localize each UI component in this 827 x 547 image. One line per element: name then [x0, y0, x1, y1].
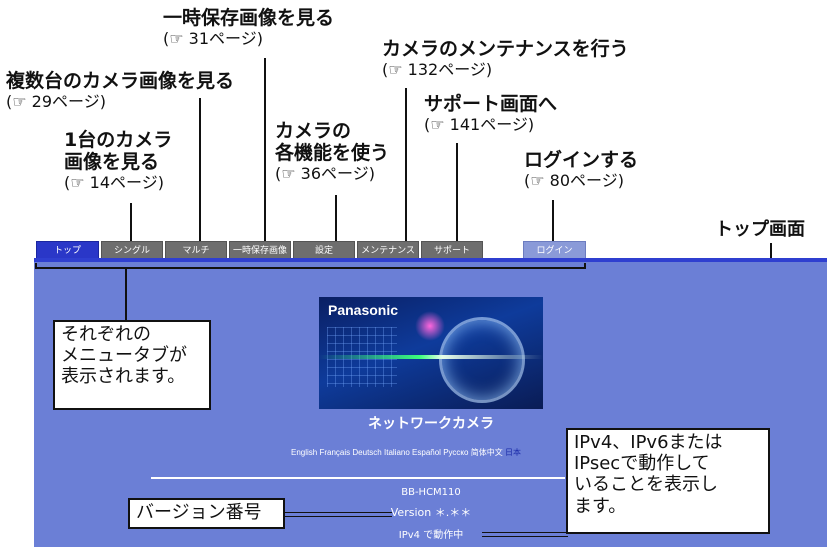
note-line: IPsecで動作して	[574, 453, 710, 475]
callout-title-line1: 1台のカメラ	[64, 129, 173, 151]
ip-status-note: IPv4、IPv6または IPsecで動作して いることを表示し ます。	[566, 428, 770, 534]
leader-line	[405, 88, 407, 241]
model-number: BB-HCM110	[401, 487, 461, 498]
tab-temporary-images[interactable]: 一時保存画像	[229, 241, 291, 259]
note-line: いることを表示し	[574, 474, 718, 496]
banner-glow	[415, 311, 445, 341]
leader-line	[199, 98, 201, 241]
divider	[151, 477, 565, 479]
note-line: メニュータブが	[61, 345, 187, 367]
tab-login[interactable]: ログイン	[523, 241, 586, 259]
note-line: それぞれの	[61, 324, 151, 345]
callout-title-line1: カメラの	[275, 120, 352, 142]
callout-page-ref: (☞ 14ページ)	[64, 172, 164, 192]
tabs-bracket	[35, 263, 586, 269]
callout-support: サポート画面へ (☞ 141ページ)	[424, 93, 558, 134]
tab-top[interactable]: トップ	[36, 241, 99, 259]
callout-title: サポート画面へ	[424, 93, 558, 115]
callout-title-line2: 画像を見る	[64, 150, 160, 173]
callout-page-ref: (☞ 80ページ)	[524, 170, 624, 190]
callout-single-camera: 1台のカメラ 画像を見る (☞ 14ページ)	[64, 129, 173, 192]
language-link[interactable]: Italiano	[384, 448, 410, 457]
note-line: IPv4、IPv6または	[574, 432, 723, 453]
brand-logo: Panasonic	[328, 302, 399, 318]
callout-login: ログインする (☞ 80ページ)	[524, 149, 639, 190]
callout-page-ref: (☞ 141ページ)	[424, 114, 535, 134]
language-links: English Français Deutsch Italiano Españo…	[291, 447, 521, 458]
banner-light-streak	[319, 355, 543, 359]
callout-page-ref: (☞ 132ページ)	[382, 59, 493, 79]
language-link[interactable]: Español	[412, 448, 441, 457]
language-link-current[interactable]: 日本	[505, 448, 521, 457]
callout-title-line2: 各機能を使う	[275, 141, 390, 164]
callout-camera-functions: カメラの 各機能を使う (☞ 36ページ)	[275, 120, 390, 183]
language-link[interactable]: Русско	[443, 448, 468, 457]
tab-underline	[34, 258, 827, 262]
callout-title: 複数台のカメラ画像を見る	[6, 70, 235, 92]
ip-status-leader	[482, 532, 568, 537]
version-label-note: バージョン番号	[128, 498, 285, 529]
note-line: 表示されます。	[61, 366, 186, 388]
language-link[interactable]: English	[291, 448, 317, 457]
leader-line	[456, 143, 458, 241]
camera-lens-graphic	[439, 317, 525, 403]
callout-temporary-images: 一時保存画像を見る (☞ 31ページ)	[163, 7, 335, 48]
callout-title: カメラのメンテナンスを行う	[382, 38, 629, 60]
language-link[interactable]: Deutsch	[352, 448, 381, 457]
product-name: ネットワークカメラ	[368, 416, 494, 432]
callout-page-ref: (☞ 31ページ)	[163, 28, 263, 48]
leader-line	[125, 269, 127, 321]
callout-maintenance: カメラのメンテナンスを行う (☞ 132ページ)	[382, 38, 629, 79]
tab-multi[interactable]: マルチ	[165, 241, 227, 259]
leader-line	[130, 203, 132, 241]
leader-line	[264, 58, 266, 241]
tab-maintenance[interactable]: メンテナンス	[357, 241, 419, 259]
tab-support[interactable]: サポート	[421, 241, 483, 259]
language-link[interactable]: Français	[319, 448, 350, 457]
version-leader	[285, 512, 392, 517]
leader-line	[552, 200, 554, 241]
menu-tabs-note: それぞれの メニュータブが 表示されます。	[53, 320, 211, 410]
top-screen-label: トップ画面	[715, 219, 805, 240]
language-link[interactable]: 简体中文	[471, 448, 503, 457]
callout-title: ログインする	[524, 149, 639, 171]
note-line: バージョン番号	[136, 502, 262, 523]
leader-line	[335, 195, 337, 241]
product-banner: Panasonic	[319, 297, 543, 409]
tab-settings[interactable]: 設定	[293, 241, 355, 259]
callout-page-ref: (☞ 36ページ)	[275, 163, 375, 183]
callout-title: 一時保存画像を見る	[163, 7, 335, 29]
tab-single[interactable]: シングル	[101, 241, 163, 259]
note-line: ます。	[574, 495, 627, 517]
